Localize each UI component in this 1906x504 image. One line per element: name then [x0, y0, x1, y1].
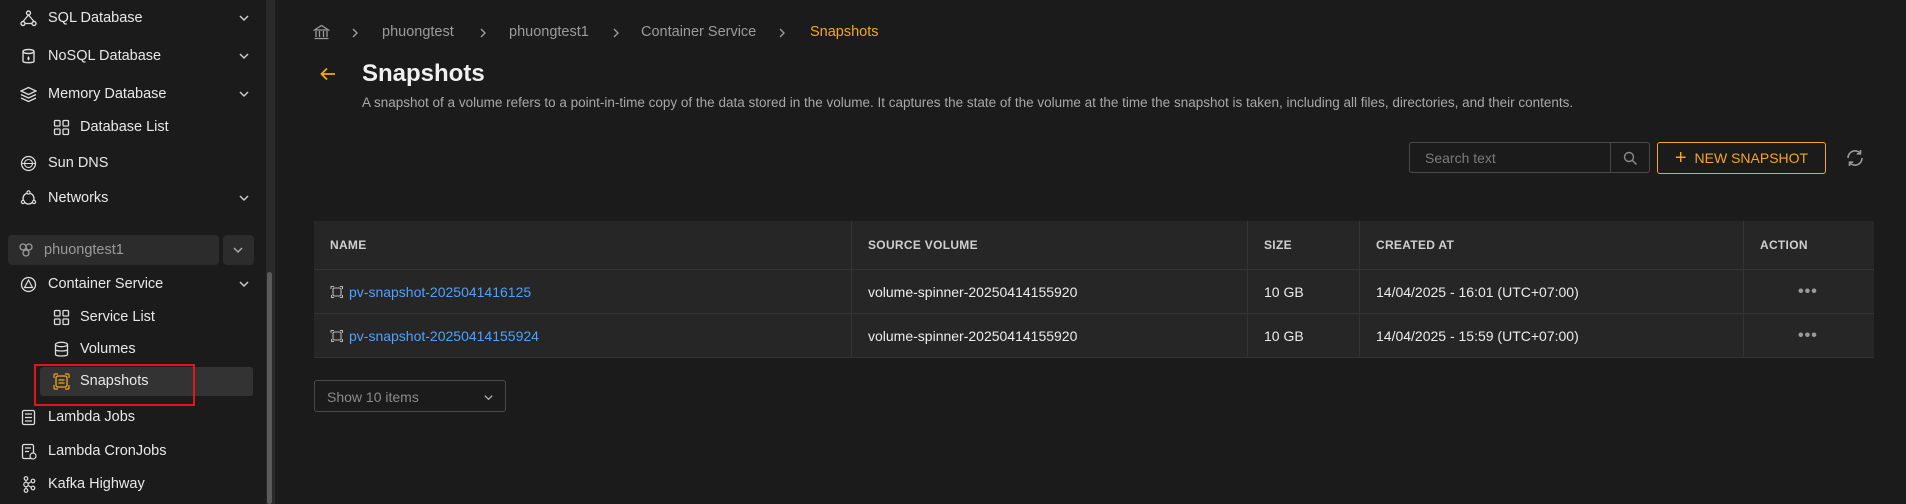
snapshot-link[interactable]: pv-snapshot-20250414155924: [330, 328, 539, 344]
sidebar-item-memory-database[interactable]: Memory Database: [0, 79, 266, 109]
sidebar-scrollbar-thumb[interactable]: [267, 272, 272, 504]
new-snapshot-label: NEW SNAPSHOT: [1694, 150, 1809, 166]
name-cell: pv-snapshot-2025041416125: [314, 270, 852, 313]
sidebar-item-networks[interactable]: Networks: [0, 183, 266, 213]
source-volume-cell: volume-spinner-20250414155920: [852, 314, 1248, 357]
chevron-right-icon: [779, 28, 785, 38]
project-dropdown-button[interactable]: [223, 235, 254, 265]
lambda-jobs-icon: [21, 409, 36, 426]
column-header-source-volume[interactable]: SOURCE VOLUME: [852, 221, 1248, 269]
sidebar-item-label: Sun DNS: [48, 155, 109, 171]
back-arrow-icon[interactable]: [319, 66, 337, 82]
chevron-down-icon: [239, 15, 249, 22]
divider: [274, 0, 275, 504]
name-cell: pv-snapshot-20250414155924: [314, 314, 852, 357]
lambda-cronjobs-icon: [21, 443, 37, 460]
chevron-down-icon: [484, 395, 493, 401]
sidebar-item-label: Kafka Highway: [48, 476, 145, 492]
search-button[interactable]: [1610, 142, 1650, 173]
project-name: phuongtest1: [44, 242, 124, 258]
column-header-name[interactable]: NAME: [314, 221, 852, 269]
sidebar-item-lambda-jobs[interactable]: Lambda Jobs: [0, 402, 266, 432]
home-icon[interactable]: [313, 24, 330, 41]
column-header-size[interactable]: SIZE: [1248, 221, 1360, 269]
networks-icon: [20, 190, 37, 205]
size-cell: 10 GB: [1248, 314, 1360, 357]
dns-icon: [20, 155, 37, 172]
plus-icon: +: [1674, 147, 1687, 169]
column-header-action: ACTION: [1760, 238, 1808, 252]
chevron-down-icon: [239, 281, 249, 288]
breadcrumb-item[interactable]: phuongtest: [382, 24, 454, 40]
search-input[interactable]: [1409, 142, 1616, 173]
snapshots-table: NAME SOURCE VOLUME SIZE CREATED AT ACTIO…: [314, 221, 1874, 359]
created-at-cell: 14/04/2025 - 15:59 (UTC+07:00): [1360, 314, 1744, 357]
sidebar: SQL Database NoSQL Database Memory Datab…: [0, 0, 266, 504]
highlight-annotation: [34, 364, 195, 406]
sidebar-item-label: Lambda Jobs: [48, 409, 136, 425]
project-icon: [19, 243, 33, 257]
sidebar-item-label: Volumes: [80, 341, 136, 357]
breadcrumb-current: Snapshots: [810, 24, 879, 40]
volumes-icon: [54, 341, 69, 357]
snapshot-name: pv-snapshot-2025041416125: [349, 283, 532, 300]
table-header-row: NAME SOURCE VOLUME SIZE CREATED AT ACTIO…: [314, 221, 1874, 270]
new-snapshot-button[interactable]: + NEW SNAPSHOT: [1657, 142, 1826, 174]
source-volume-cell: volume-spinner-20250414155920: [852, 270, 1248, 313]
snapshot-name: pv-snapshot-20250414155924: [349, 327, 539, 344]
sidebar-item-volumes[interactable]: Volumes: [0, 334, 266, 364]
sidebar-item-label: Networks: [48, 190, 109, 206]
sidebar-item-label: Container Service: [48, 276, 164, 292]
sidebar-item-label: NoSQL Database: [48, 48, 162, 64]
sidebar-item-label: Service List: [80, 309, 155, 325]
page-size-select[interactable]: Show 10 items: [314, 380, 506, 412]
snapshot-icon: [330, 285, 343, 298]
row-actions-menu-icon[interactable]: •••: [1744, 270, 1874, 313]
table-row: pv-snapshot-2025041416125 volume-spinner…: [314, 270, 1874, 314]
sidebar-item-kafka-highway[interactable]: Kafka Highway: [0, 469, 266, 499]
grid-icon: [53, 119, 70, 136]
chevron-right-icon: [613, 28, 619, 38]
chevron-down-icon: [239, 53, 249, 60]
sidebar-item-sql-database[interactable]: SQL Database: [0, 3, 266, 33]
row-actions-menu-icon[interactable]: •••: [1744, 314, 1874, 357]
column-header-created-at[interactable]: CREATED AT: [1360, 221, 1744, 269]
search-icon: [1623, 151, 1638, 166]
sidebar-item-service-list[interactable]: Service List: [0, 302, 266, 332]
sidebar-item-nosql-database[interactable]: NoSQL Database: [0, 41, 266, 71]
grid-icon: [53, 309, 70, 326]
sidebar-item-lambda-cronjobs[interactable]: Lambda CronJobs: [0, 436, 266, 466]
snapshot-icon: [330, 329, 343, 342]
sidebar-item-container-service[interactable]: Container Service: [0, 269, 266, 299]
chevron-down-icon: [239, 91, 249, 98]
memory-database-icon: [20, 86, 37, 103]
nosql-database-icon: [22, 48, 35, 64]
sidebar-item-database-list[interactable]: Database List: [0, 112, 266, 142]
page-size-label: Show 10 items: [327, 389, 419, 405]
sidebar-item-sun-dns[interactable]: Sun DNS: [0, 148, 266, 178]
refresh-icon[interactable]: [1844, 147, 1866, 169]
chevron-right-icon: [352, 28, 358, 38]
created-at-cell: 14/04/2025 - 16:01 (UTC+07:00): [1360, 270, 1744, 313]
container-service-icon: [20, 276, 37, 293]
size-cell: 10 GB: [1248, 270, 1360, 313]
chevron-down-icon: [233, 247, 243, 254]
chevron-down-icon: [239, 195, 249, 202]
table-row: pv-snapshot-20250414155924 volume-spinne…: [314, 314, 1874, 358]
chevron-right-icon: [480, 28, 486, 38]
breadcrumb-item[interactable]: phuongtest1: [509, 24, 589, 40]
sql-database-icon: [20, 10, 37, 27]
sidebar-item-label: Lambda CronJobs: [48, 443, 167, 459]
project-select[interactable]: phuongtest1: [8, 235, 219, 265]
sidebar-item-label: Memory Database: [48, 86, 167, 102]
page-title: Snapshots: [362, 60, 485, 87]
sidebar-item-label: Database List: [80, 119, 169, 135]
breadcrumb-item[interactable]: Container Service: [641, 24, 756, 40]
sidebar-item-label: SQL Database: [48, 10, 143, 26]
page-description: A snapshot of a volume refers to a point…: [362, 95, 1574, 110]
snapshot-link[interactable]: pv-snapshot-2025041416125: [330, 284, 531, 300]
kafka-icon: [23, 476, 36, 493]
